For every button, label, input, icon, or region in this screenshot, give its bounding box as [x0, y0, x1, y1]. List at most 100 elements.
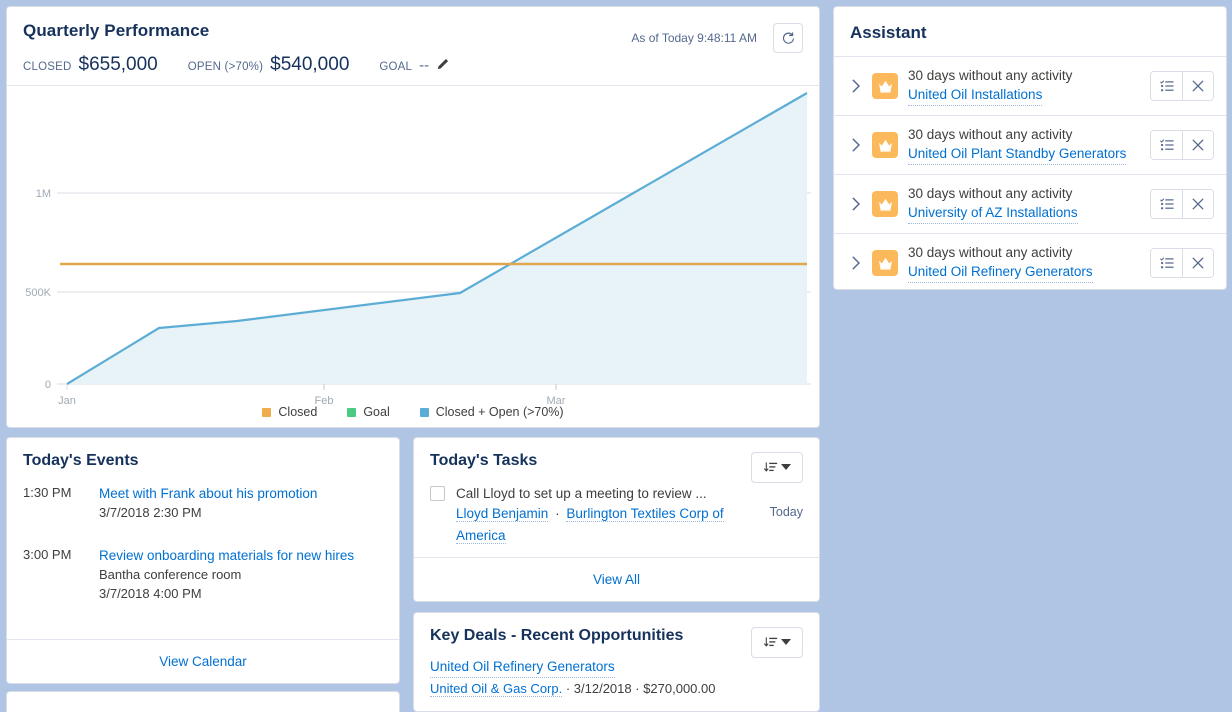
performance-header: Quarterly Performance As of Today 9:48:1… — [7, 7, 819, 85]
chevron-right-icon — [851, 197, 860, 211]
tasks-sort-button[interactable] — [751, 452, 803, 483]
event-subject-link[interactable]: Review onboarding materials for new hire… — [99, 546, 383, 565]
log-task-icon — [1159, 139, 1174, 151]
performance-metrics: CLOSED $655,000 OPEN (>70%) $540,000 GOA… — [23, 54, 803, 76]
edit-goal-button[interactable] — [437, 57, 450, 70]
metric-goal-value: -- — [419, 57, 430, 74]
dismiss-button[interactable] — [1182, 72, 1213, 100]
metric-closed-label: CLOSED — [23, 61, 72, 73]
refresh-icon — [782, 31, 794, 44]
task-related-records: Lloyd Benjamin · Burlington Textiles Cor… — [456, 503, 760, 547]
deal-name-link[interactable]: United Oil Refinery Generators — [430, 657, 615, 678]
log-task-button[interactable] — [1151, 72, 1182, 100]
ytick-500k: 500K — [25, 287, 51, 299]
deals-sort-button[interactable] — [751, 627, 803, 658]
event-list-item: 1:30 PM Meet with Frank about his promot… — [7, 476, 399, 524]
metric-goal-label: GOAL — [379, 61, 413, 73]
opportunity-crown-icon — [872, 250, 898, 276]
ytick-1m: 1M — [36, 188, 51, 200]
legend-swatch-goal — [347, 407, 357, 417]
ytick-0: 0 — [45, 379, 51, 391]
tasks-footer: View All — [414, 557, 819, 601]
deal-meta: United Oil & Gas Corp. · 3/12/2018 · $27… — [430, 678, 803, 699]
dismiss-button[interactable] — [1182, 249, 1213, 277]
as-of-timestamp: As of Today 9:48:11 AM — [631, 31, 757, 45]
assistant-item-text: 30 days without any activity United Oil … — [908, 66, 1140, 106]
refresh-button[interactable] — [773, 23, 803, 53]
opportunity-crown-icon — [872, 132, 898, 158]
assistant-item-message: 30 days without any activity — [908, 68, 1073, 83]
deal-list-item: United Oil Refinery Generators United Oi… — [414, 651, 819, 699]
assistant-item: 30 days without any activity United Oil … — [834, 233, 1226, 289]
event-datetime: 3/7/2018 2:30 PM — [99, 505, 202, 520]
close-icon — [1192, 198, 1204, 210]
opportunity-crown-icon — [872, 73, 898, 99]
sort-descending-icon — [763, 636, 777, 647]
task-complete-checkbox[interactable] — [430, 486, 445, 501]
chart-canvas: 1M 500K 0 Jan Feb Mar — [25, 92, 811, 407]
expand-chevron-button[interactable] — [848, 138, 862, 152]
assistant-item-text: 30 days without any activity University … — [908, 184, 1140, 224]
chevron-down-icon — [780, 639, 791, 645]
event-time: 1:30 PM — [23, 485, 72, 500]
task-subject[interactable]: Call Lloyd to set up a meeting to review… — [456, 484, 760, 503]
performance-chart: 1M 500K 0 Jan Feb Mar Closed Goal Closed… — [7, 86, 819, 427]
deal-sep-2: · — [631, 681, 644, 696]
assistant-item-record-link[interactable]: United Oil Plant Standby Generators — [908, 144, 1127, 165]
assistant-item-actions — [1150, 71, 1214, 101]
key-deals-card: Key Deals - Recent Opportunities United … — [413, 612, 820, 712]
assistant-item-text: 30 days without any activity United Oil … — [908, 243, 1140, 283]
log-task-button[interactable] — [1151, 249, 1182, 277]
assistant-item-actions — [1150, 189, 1214, 219]
dismiss-button[interactable] — [1182, 131, 1213, 159]
deal-amount: $270,000.00 — [643, 681, 716, 696]
todays-tasks-card: Today's Tasks Call Lloyd to set up a mee… — [413, 437, 820, 602]
deal-account-link[interactable]: United Oil & Gas Corp. — [430, 681, 563, 697]
deal-sep-1: · — [562, 681, 574, 696]
event-body: Meet with Frank about his promotion 3/7/… — [99, 484, 383, 522]
sort-descending-icon — [763, 461, 777, 472]
task-list-item: Call Lloyd to set up a meeting to review… — [414, 476, 819, 547]
assistant-card: Assistant 30 days without any activity U… — [833, 6, 1227, 290]
view-calendar-link[interactable]: View Calendar — [159, 654, 247, 669]
legend-item-closed-open[interactable]: Closed + Open (>70%) — [419, 405, 564, 419]
legend-swatch-closed-open — [419, 407, 429, 417]
expand-chevron-button[interactable] — [848, 79, 862, 93]
legend-item-goal[interactable]: Goal — [347, 405, 390, 419]
assistant-item-record-link[interactable]: United Oil Refinery Generators — [908, 262, 1093, 283]
assistant-title: Assistant — [850, 23, 927, 42]
view-all-tasks-link[interactable]: View All — [593, 572, 640, 587]
metric-open-value: $540,000 — [270, 54, 350, 75]
events-footer: View Calendar — [7, 639, 399, 683]
log-task-icon — [1159, 80, 1174, 92]
expand-chevron-button[interactable] — [848, 256, 862, 270]
legend-swatch-closed — [262, 407, 272, 417]
metric-goal: GOAL -- — [379, 57, 450, 74]
log-task-button[interactable] — [1151, 131, 1182, 159]
assistant-item: 30 days without any activity University … — [834, 174, 1226, 233]
assistant-item-actions — [1150, 130, 1214, 160]
event-datetime: 3/7/2018 4:00 PM — [99, 586, 202, 601]
expand-chevron-button[interactable] — [848, 197, 862, 211]
metric-closed-value: $655,000 — [78, 54, 158, 75]
log-task-button[interactable] — [1151, 190, 1182, 218]
todays-events-card: Today's Events 1:30 PM Meet with Frank a… — [6, 437, 400, 684]
task-due-date: Today — [769, 505, 803, 519]
pencil-icon — [438, 58, 449, 70]
assistant-item-record-link[interactable]: United Oil Installations — [908, 85, 1043, 106]
metric-closed: CLOSED $655,000 — [23, 54, 188, 76]
assistant-item-message: 30 days without any activity — [908, 186, 1073, 201]
task-contact-link[interactable]: Lloyd Benjamin — [456, 506, 549, 522]
legend-item-closed[interactable]: Closed — [262, 405, 317, 419]
legend-label-closed-open: Closed + Open (>70%) — [435, 405, 564, 419]
assistant-item-message: 30 days without any activity — [908, 127, 1073, 142]
quarterly-performance-card: Quarterly Performance As of Today 9:48:1… — [6, 6, 820, 428]
assistant-item: 30 days without any activity United Oil … — [834, 115, 1226, 174]
chevron-right-icon — [851, 79, 860, 93]
event-subject-link[interactable]: Meet with Frank about his promotion — [99, 484, 383, 503]
assistant-item-record-link[interactable]: University of AZ Installations — [908, 203, 1078, 224]
close-icon — [1192, 139, 1204, 151]
dismiss-button[interactable] — [1182, 190, 1213, 218]
events-title: Today's Events — [23, 452, 139, 469]
assistant-item-actions — [1150, 248, 1214, 278]
